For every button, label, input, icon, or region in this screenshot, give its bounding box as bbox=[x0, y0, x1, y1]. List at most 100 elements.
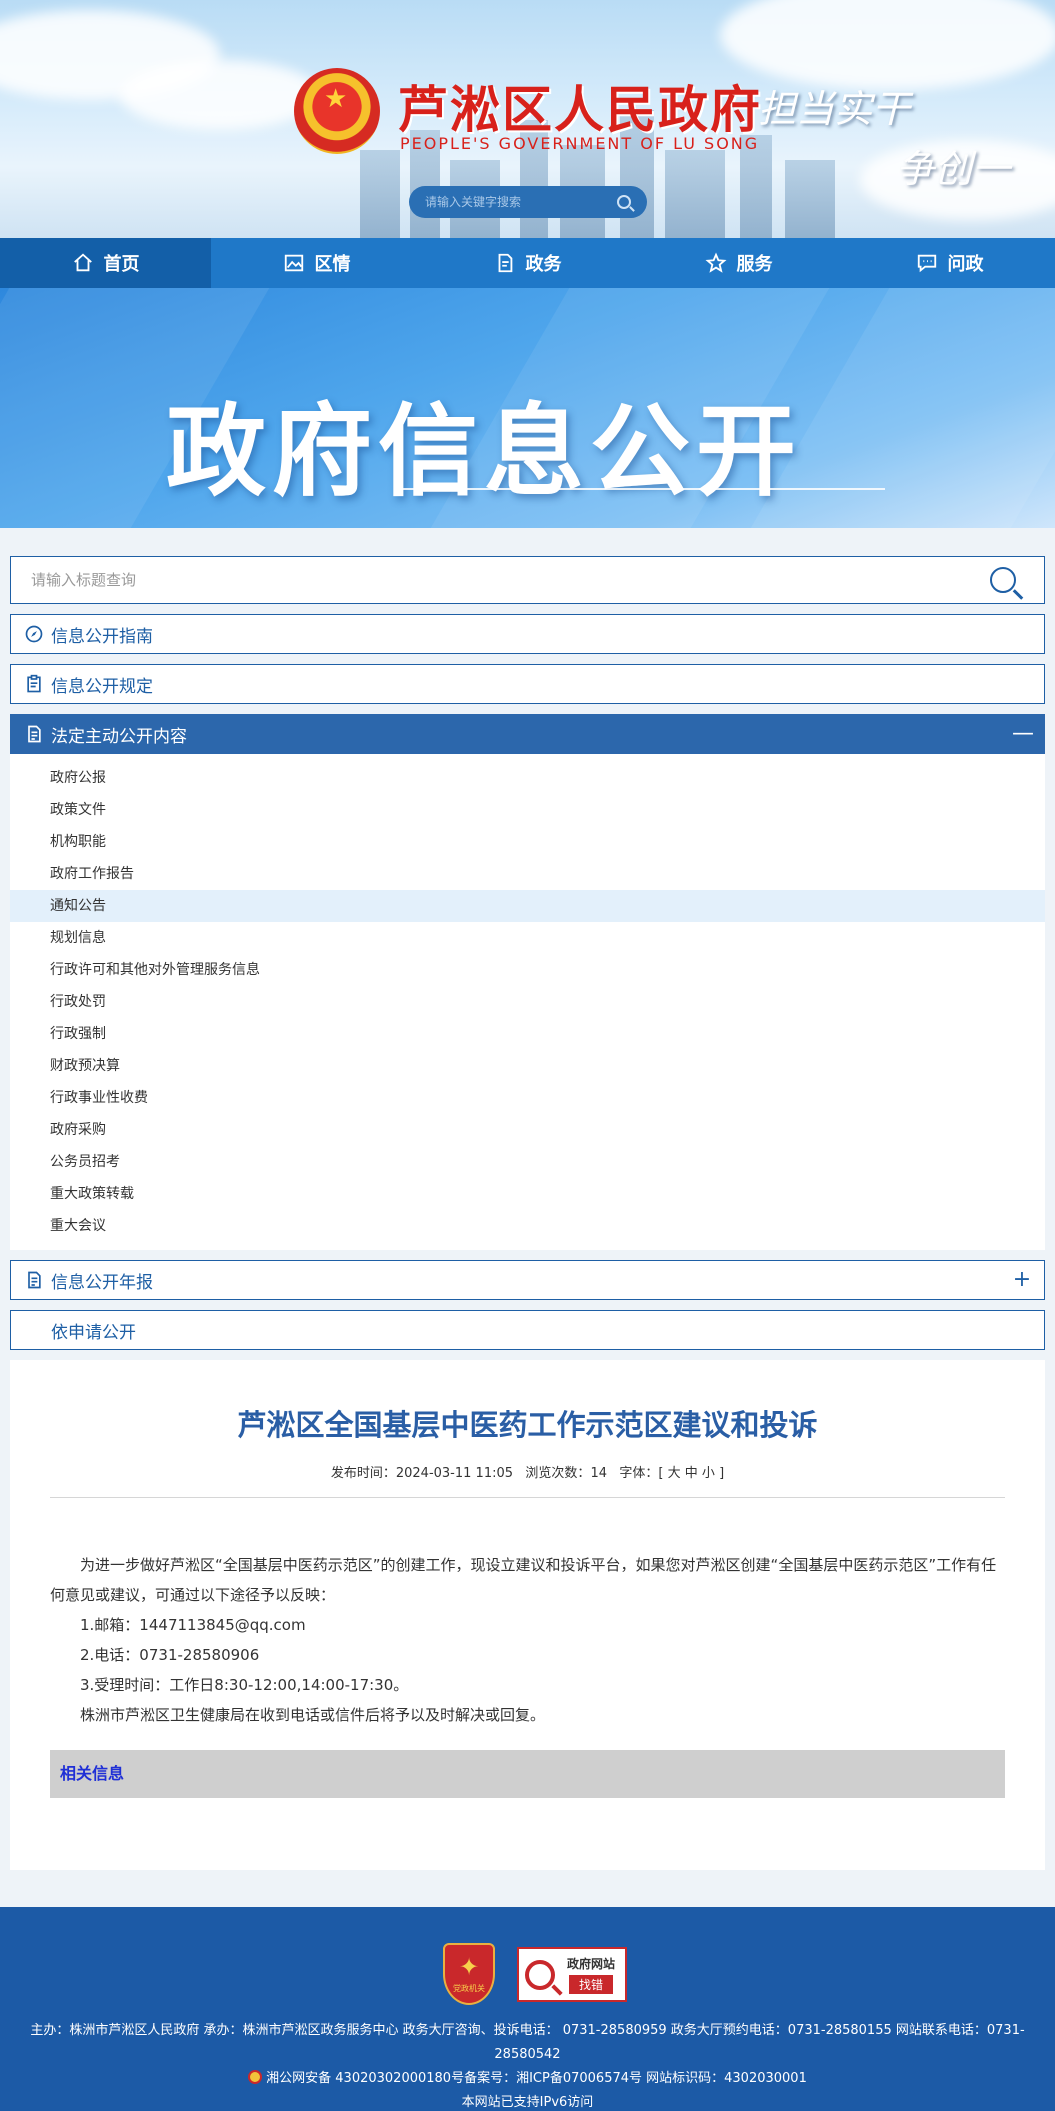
section-label: 法定主动公开内容 bbox=[51, 726, 187, 747]
main-nav: 首页 区情 政务 服务 问政 bbox=[0, 238, 1055, 288]
list-item[interactable]: 公务员招考 bbox=[10, 1146, 1045, 1178]
doc-list-icon bbox=[23, 723, 45, 745]
footer-info: 主办：株洲市芦淞区人民政府 承办：株洲市芦淞区政务服务中心 政务大厅咨询、投诉电… bbox=[30, 2019, 1025, 2111]
section-statutory-content[interactable]: 法定主动公开内容 — bbox=[10, 714, 1045, 754]
nav-item-service[interactable]: 服务 bbox=[633, 238, 844, 288]
article-panel: 芦淞区全国基层中医药工作示范区建议和投诉 发布时间：2024-03-11 11:… bbox=[10, 1360, 1045, 1870]
nav-item-label: 问政 bbox=[947, 254, 984, 275]
font-size-bracket: ] bbox=[719, 1466, 725, 1481]
report-error-badge[interactable]: 政府网站 找错 bbox=[517, 1947, 627, 2002]
clipboard-icon bbox=[23, 673, 45, 695]
section-label: 依申请公开 bbox=[51, 1322, 136, 1343]
search-icon[interactable] bbox=[990, 567, 1016, 593]
view-count-label: 浏览次数： bbox=[525, 1466, 591, 1481]
nav-item-inquiry[interactable]: 问政 bbox=[844, 238, 1055, 288]
statutory-content-list: 政府公报 政策文件 机构职能 政府工作报告 通知公告 规划信息 行政许可和其他对… bbox=[10, 754, 1045, 1250]
badge-text: 党政机关 bbox=[453, 1983, 485, 1993]
chat-icon bbox=[917, 254, 936, 273]
article-title: 芦淞区全国基层中医药工作示范区建议和投诉 bbox=[237, 1408, 818, 1442]
list-item[interactable]: 政策文件 bbox=[10, 794, 1045, 826]
slogan-left: 担当实干 bbox=[758, 87, 911, 131]
list-item[interactable]: 规划信息 bbox=[10, 922, 1045, 954]
title-search-input[interactable] bbox=[31, 571, 990, 589]
nav-item-label: 服务 bbox=[736, 254, 773, 275]
slogan-right: 争创一 bbox=[896, 147, 1011, 191]
badge-glyph: ✦ bbox=[458, 1952, 480, 1981]
article-paragraph: 2.电话：0731-28580906 bbox=[80, 1646, 260, 1664]
hero-banner: 政府信息公开 bbox=[0, 288, 1055, 528]
article-paragraph: 1.邮箱：1447113845@qq.com bbox=[80, 1616, 306, 1634]
list-item[interactable]: 重大政策转载 bbox=[10, 1178, 1045, 1210]
party-government-badge-icon[interactable]: ✦ 党政机关 bbox=[443, 1943, 495, 2005]
section-label: 信息公开年报 bbox=[51, 1272, 153, 1293]
picture-icon bbox=[284, 254, 303, 272]
font-size-small-link[interactable]: 小 bbox=[702, 1466, 715, 1481]
report-error-text: 政府网站 找错 bbox=[567, 1955, 615, 1994]
compass-icon bbox=[23, 623, 45, 645]
article-paragraph: 为进一步做好芦淞区“全国基层中医药示范区”的创建工作，现设立建议和投诉平台，如果… bbox=[50, 1556, 997, 1604]
cloud-decoration bbox=[120, 60, 320, 130]
publish-time-label: 发布时间： bbox=[330, 1466, 396, 1481]
section-label: 信息公开指南 bbox=[51, 626, 153, 647]
font-size-medium-link[interactable]: 中 bbox=[685, 1466, 698, 1481]
footer-line-record: 湘公网安备 43020302000180号备案号：湘ICP备07006574号 … bbox=[30, 2067, 1025, 2091]
collapse-icon[interactable]: — bbox=[1012, 723, 1034, 745]
list-item[interactable]: 机构职能 bbox=[10, 826, 1045, 858]
header-banner: ★ 芦淞区人民政府 PEOPLE'S GOVERNMENT OF LU SONG… bbox=[0, 0, 1055, 238]
search-icon[interactable] bbox=[617, 195, 631, 209]
building-decoration bbox=[785, 160, 835, 238]
section-on-request[interactable]: 依申请公开 bbox=[10, 1310, 1045, 1350]
footer-line-host: 主办：株洲市芦淞区人民政府 承办：株洲市芦淞区政务服务中心 政务大厅咨询、投诉电… bbox=[30, 2023, 1025, 2062]
site-subtitle: PEOPLE'S GOVERNMENT OF LU SONG bbox=[400, 134, 760, 153]
cloud-decoration bbox=[720, 0, 1055, 90]
nav-item-home[interactable]: 首页 bbox=[0, 238, 211, 288]
nav-item-label: 区情 bbox=[314, 254, 351, 275]
hero-underline bbox=[395, 488, 885, 490]
police-badge-icon bbox=[248, 2070, 263, 2084]
section-annual-report[interactable]: 信息公开年报 + bbox=[10, 1260, 1045, 1300]
list-item[interactable]: 政府公报 bbox=[10, 762, 1045, 794]
section-disclosure-rules[interactable]: 信息公开规定 bbox=[10, 664, 1045, 704]
nav-item-label: 首页 bbox=[103, 254, 140, 275]
expand-icon[interactable]: + bbox=[1012, 1269, 1032, 1291]
view-count-value: 14 bbox=[590, 1466, 607, 1481]
list-item[interactable]: 行政许可和其他对外管理服务信息 bbox=[10, 954, 1045, 986]
footer-line-ipv6: 本网站已支持IPv6访问 bbox=[461, 2095, 594, 2110]
list-item[interactable]: 重大会议 bbox=[10, 1210, 1045, 1242]
title-search-bar bbox=[10, 556, 1045, 604]
star-icon bbox=[704, 252, 727, 273]
building-decoration bbox=[665, 150, 725, 238]
article-paragraph: 株洲市芦淞区卫生健康局在收到电话或信件后将予以及时解决或回复。 bbox=[80, 1706, 546, 1724]
magnifier-icon bbox=[525, 1959, 555, 1990]
report-error-line1: 政府网站 bbox=[567, 1957, 616, 1971]
list-item[interactable]: 行政事业性收费 bbox=[10, 1082, 1045, 1114]
nav-item-government[interactable]: 政务 bbox=[422, 238, 633, 288]
site-title: 芦淞区人民政府 bbox=[398, 80, 762, 139]
home-icon bbox=[73, 253, 92, 272]
footer: ✦ 党政机关 政府网站 找错 主办：株洲市芦淞区人民政府 承办：株洲市芦淞区政务… bbox=[0, 1907, 1055, 2111]
nav-item-label: 政务 bbox=[525, 254, 562, 275]
font-size-label: 字体：[ bbox=[619, 1466, 664, 1481]
section-label: 信息公开规定 bbox=[51, 676, 153, 697]
doc-list-icon bbox=[23, 1269, 45, 1291]
font-size-large-link[interactable]: 大 bbox=[668, 1466, 681, 1481]
list-item[interactable]: 政府采购 bbox=[10, 1114, 1045, 1146]
list-item[interactable]: 行政处罚 bbox=[10, 986, 1045, 1018]
nav-item-district[interactable]: 区情 bbox=[211, 238, 422, 288]
document-icon bbox=[498, 253, 512, 273]
list-item[interactable]: 政府工作报告 bbox=[10, 858, 1045, 890]
header-search-bar bbox=[409, 186, 647, 218]
article-body: 为进一步做好芦淞区“全国基层中医药示范区”的创建工作，现设立建议和投诉平台，如果… bbox=[50, 1550, 1005, 1730]
article-meta: 发布时间：2024-03-11 11:05 浏览次数：14 字体：[ 大 中 小… bbox=[50, 1462, 1005, 1498]
footer-record-text[interactable]: 湘公网安备 43020302000180号备案号：湘ICP备07006574号 … bbox=[266, 2071, 807, 2086]
list-item-active[interactable]: 通知公告 bbox=[10, 890, 1045, 922]
national-emblem-icon: ★ bbox=[294, 68, 380, 154]
main-content: 信息公开指南 信息公开规定 法定主动公开内容 — 政府公报 政策文件 机构职能 … bbox=[10, 556, 1045, 1870]
header-search-input[interactable] bbox=[425, 195, 605, 209]
publish-time-value: 2024-03-11 11:05 bbox=[395, 1466, 514, 1481]
section-disclosure-guide[interactable]: 信息公开指南 bbox=[10, 614, 1045, 654]
article-paragraph: 3.受理时间：工作日8:30-12:00,14:00-17:30。 bbox=[80, 1676, 409, 1694]
list-item[interactable]: 行政强制 bbox=[10, 1018, 1045, 1050]
hero-title: 政府信息公开 bbox=[166, 393, 802, 510]
list-item[interactable]: 财政预决算 bbox=[10, 1050, 1045, 1082]
